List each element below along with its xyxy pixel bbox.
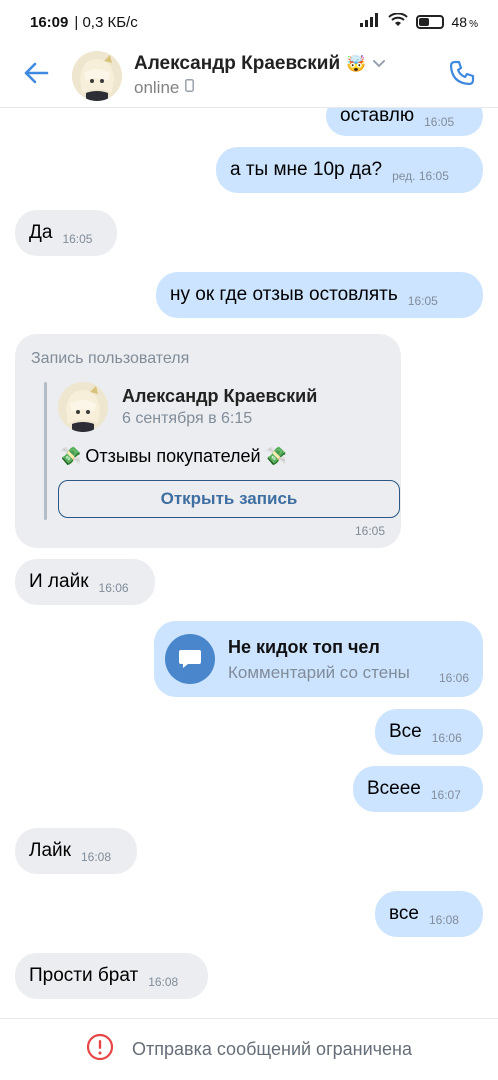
signal-icon	[359, 13, 380, 31]
message-text: оставлю	[340, 108, 415, 126]
avatar[interactable]	[72, 50, 122, 101]
message-outgoing[interactable]: Все 16:06	[375, 709, 483, 755]
chevron-down-icon[interactable]	[372, 55, 386, 73]
battery-icon	[415, 15, 444, 29]
warning-icon	[86, 1033, 114, 1066]
wifi-icon	[387, 12, 408, 31]
comment-icon	[165, 634, 215, 684]
message-text: Да	[29, 222, 53, 243]
message-time: 16:06	[431, 731, 462, 745]
message-text: все	[389, 903, 419, 924]
status-time: 16:09	[30, 13, 69, 31]
repost-avatar[interactable]	[58, 382, 108, 432]
message-text: И лайк	[29, 571, 89, 592]
message-text: а ты мне 10р да?	[230, 159, 383, 180]
status-bar: 16:09 | 0,3 КБ/с 48 %	[0, 0, 498, 44]
message-incoming[interactable]: Лайк 16:08	[15, 828, 137, 874]
wall-comment-card[interactable]: Не кидок топ чел Комментарий со стены 16…	[154, 621, 483, 697]
repost-text: 💸 Отзывы покупателей 💸	[59, 446, 287, 467]
open-post-button[interactable]: Открыть запись	[58, 480, 400, 518]
battery-percent-sign: %	[469, 18, 478, 30]
repost-header: Запись пользователя	[31, 350, 190, 367]
message-incoming[interactable]: Прости брат 16:08	[15, 953, 208, 999]
message-outgoing[interactable]: оставлю 16:05	[326, 108, 483, 136]
message-time: 16:06	[438, 671, 469, 685]
chat-title[interactable]: Александр Краевский	[134, 53, 340, 75]
call-button[interactable]	[426, 44, 498, 108]
money-emoji-icon: 💸	[264, 446, 288, 466]
message-text: Прости брат	[29, 965, 139, 986]
message-incoming[interactable]: Да 16:05	[15, 210, 117, 256]
message-outgoing[interactable]: все 16:08	[375, 891, 483, 937]
message-time: 16:07	[430, 788, 461, 802]
restricted-message: Отправка сообщений ограничена	[132, 1039, 412, 1059]
repost-quote-bar	[44, 382, 47, 520]
message-time: 16:05	[407, 294, 438, 308]
message-text: ну ок где отзыв остовлять	[170, 284, 398, 305]
wall-comment-title: Не кидок топ чел	[228, 637, 380, 657]
money-emoji-icon: 💸	[59, 446, 82, 466]
message-incoming[interactable]: И лайк 16:06	[15, 559, 155, 605]
message-time: 16:05	[354, 524, 385, 538]
message-time: 16:05	[424, 115, 455, 129]
message-text: Лайк	[29, 840, 71, 861]
title-emoji: 🤯	[346, 56, 367, 73]
repost-text-label: Отзывы покупателей	[85, 446, 261, 466]
back-arrow-icon	[23, 62, 49, 89]
message-time: ред. 16:05	[392, 169, 449, 183]
repost-author[interactable]: Александр Краевский	[122, 386, 317, 407]
restricted-footer: Отправка сообщений ограничена	[0, 1018, 498, 1080]
chat-header: Александр Краевский 🤯 online	[0, 44, 498, 108]
message-time: 16:06	[98, 581, 129, 595]
repost-card[interactable]: Запись пользователя Александр Краевский …	[15, 334, 401, 548]
message-outgoing[interactable]: а ты мне 10р да? ред. 16:05	[216, 147, 483, 193]
wall-comment-subtitle: Комментарий со стены	[228, 663, 410, 682]
message-time: 16:08	[80, 850, 111, 864]
repost-date: 6 сентября в 6:15	[122, 410, 253, 427]
message-text: Все	[389, 721, 422, 742]
message-time: 16:08	[428, 913, 459, 927]
battery-level: 48	[451, 14, 468, 30]
back-button[interactable]	[0, 44, 72, 108]
phone-icon	[448, 59, 476, 92]
battery-fill	[418, 18, 430, 26]
message-outgoing[interactable]: Всеее 16:07	[353, 766, 483, 812]
message-outgoing[interactable]: ну ок где отзыв остовлять 16:05	[156, 272, 483, 318]
message-feed[interactable]: оставлю 16:05 а ты мне 10р да? ред. 16:0…	[0, 108, 498, 1018]
message-time: 16:05	[62, 232, 93, 246]
mobile-device-icon	[185, 79, 195, 97]
message-text: Всеее	[367, 778, 421, 799]
network-speed: | 0,3 КБ/с	[74, 13, 138, 31]
message-time: 16:08	[148, 975, 179, 989]
online-status: online	[134, 78, 180, 97]
